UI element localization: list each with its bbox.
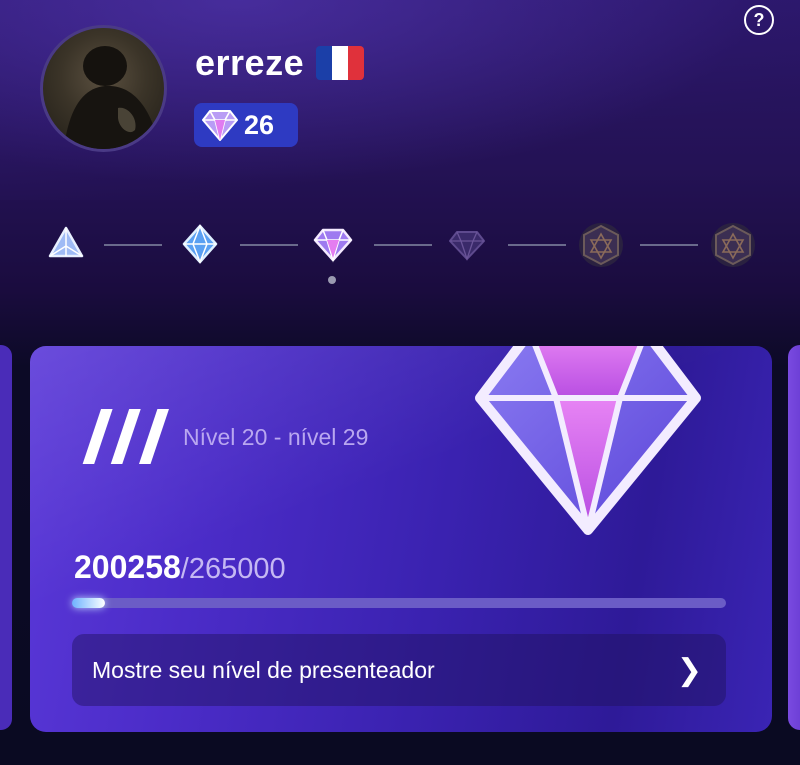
track-connector xyxy=(640,244,698,246)
progress-bar xyxy=(72,598,726,608)
chevron-right-icon: ❯ xyxy=(676,653,702,687)
next-tier-card[interactable] xyxy=(788,345,800,730)
level-2-octahedron-gem-icon[interactable] xyxy=(178,222,222,266)
track-connector xyxy=(104,244,162,246)
progress-total: /265000 xyxy=(180,553,286,585)
track-connector xyxy=(374,244,432,246)
progress-fill xyxy=(72,598,105,608)
level-range: Nível 20 - nível 29 xyxy=(183,424,369,450)
track-connector xyxy=(508,244,566,246)
france-flag-icon xyxy=(316,46,365,80)
username: erreze xyxy=(195,42,305,83)
question-icon: ? xyxy=(753,9,765,30)
track-connector xyxy=(240,244,298,246)
help-button[interactable]: ? xyxy=(744,5,774,35)
avatar-photo xyxy=(63,46,160,149)
cta-label: Mostre seu nível de presenteador xyxy=(92,656,435,683)
progress-current: 200258 xyxy=(74,549,181,585)
gifter-level-badge[interactable]: 26 xyxy=(194,103,298,147)
tier-card[interactable]: III Nível 20 - nível 29 200258/265000 Mo… xyxy=(30,346,772,732)
diamond-icon xyxy=(202,110,238,141)
level-6-hexagon-emblem-icon[interactable] xyxy=(710,222,755,267)
level-3-diamond-gem-icon[interactable] xyxy=(311,222,355,266)
previous-tier-card[interactable] xyxy=(0,345,12,730)
level-1-triangle-gem-icon[interactable] xyxy=(44,222,88,266)
tier-numeral: III xyxy=(78,392,177,481)
level-5-hexagon-emblem-icon[interactable] xyxy=(578,222,623,267)
badge-count: 26 xyxy=(244,109,275,140)
level-4-dark-diamond-icon[interactable] xyxy=(445,222,489,266)
diamond-icon xyxy=(475,346,701,535)
progress-text: 200258/265000 xyxy=(74,549,286,586)
avatar[interactable] xyxy=(40,25,167,152)
show-gifter-level-button[interactable]: Mostre seu nível de presenteador ❯ xyxy=(72,634,726,706)
current-level-indicator xyxy=(328,276,336,284)
profile-header: erreze xyxy=(195,42,365,84)
